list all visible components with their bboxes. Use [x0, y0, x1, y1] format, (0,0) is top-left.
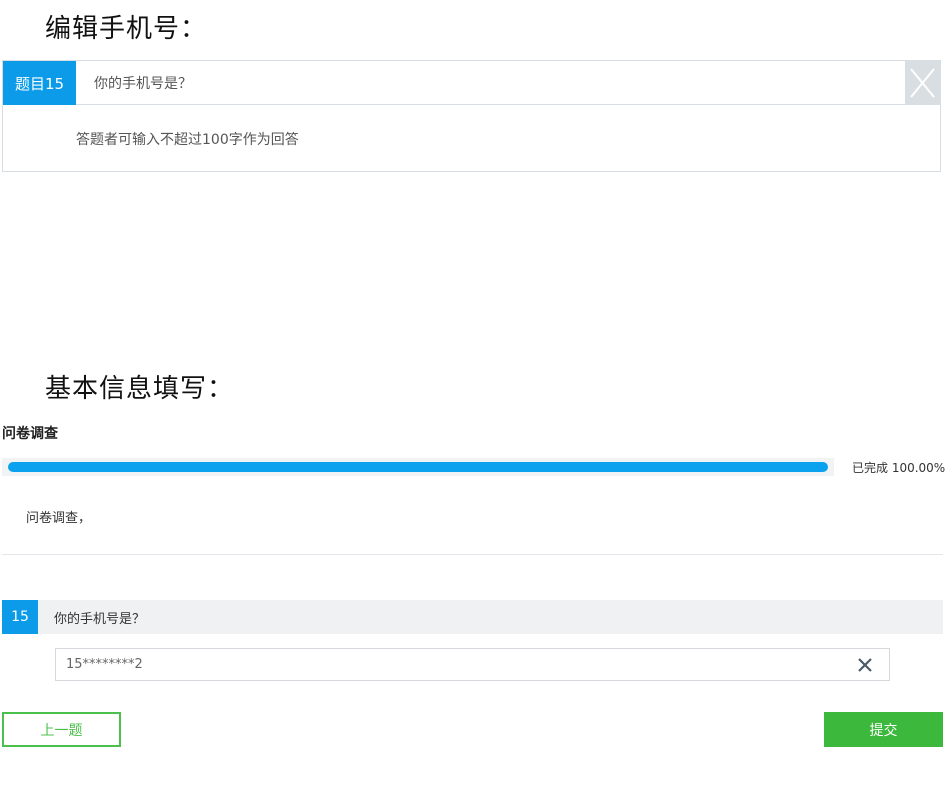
previous-question-button[interactable]: 上一题: [2, 712, 121, 747]
question-text[interactable]: 你的手机号是？: [94, 61, 192, 105]
answer-hint: 答题者可输入不超过100字作为回答: [76, 132, 299, 148]
divider: [2, 554, 943, 555]
progress-label: 已完成 100.00%: [852, 461, 946, 475]
question-row: 15 你的手机号是？: [2, 600, 943, 634]
question-editor-header: 题目15 你的手机号是？: [3, 61, 940, 105]
clear-x-icon[interactable]: [855, 655, 875, 675]
survey-description: 问卷调查，: [26, 511, 92, 526]
question-editor-card: 题目15 你的手机号是？ 答题者可输入不超过100字作为回答: [2, 60, 941, 172]
question-number-badge: 题目15: [3, 61, 76, 105]
question-number: 15: [2, 600, 38, 634]
phone-answer-field: [55, 648, 890, 681]
progress-bar-fill: [8, 462, 828, 472]
progress-bar: [2, 458, 834, 476]
edit-section-title: 编辑手机号：: [45, 14, 208, 44]
survey-title: 问卷调查: [2, 426, 58, 442]
question-label: 你的手机号是？: [54, 611, 146, 627]
basic-section-title: 基本信息填写：: [45, 374, 235, 404]
close-icon[interactable]: [905, 61, 940, 105]
phone-input[interactable]: [66, 649, 826, 680]
submit-button[interactable]: 提交: [824, 712, 943, 747]
